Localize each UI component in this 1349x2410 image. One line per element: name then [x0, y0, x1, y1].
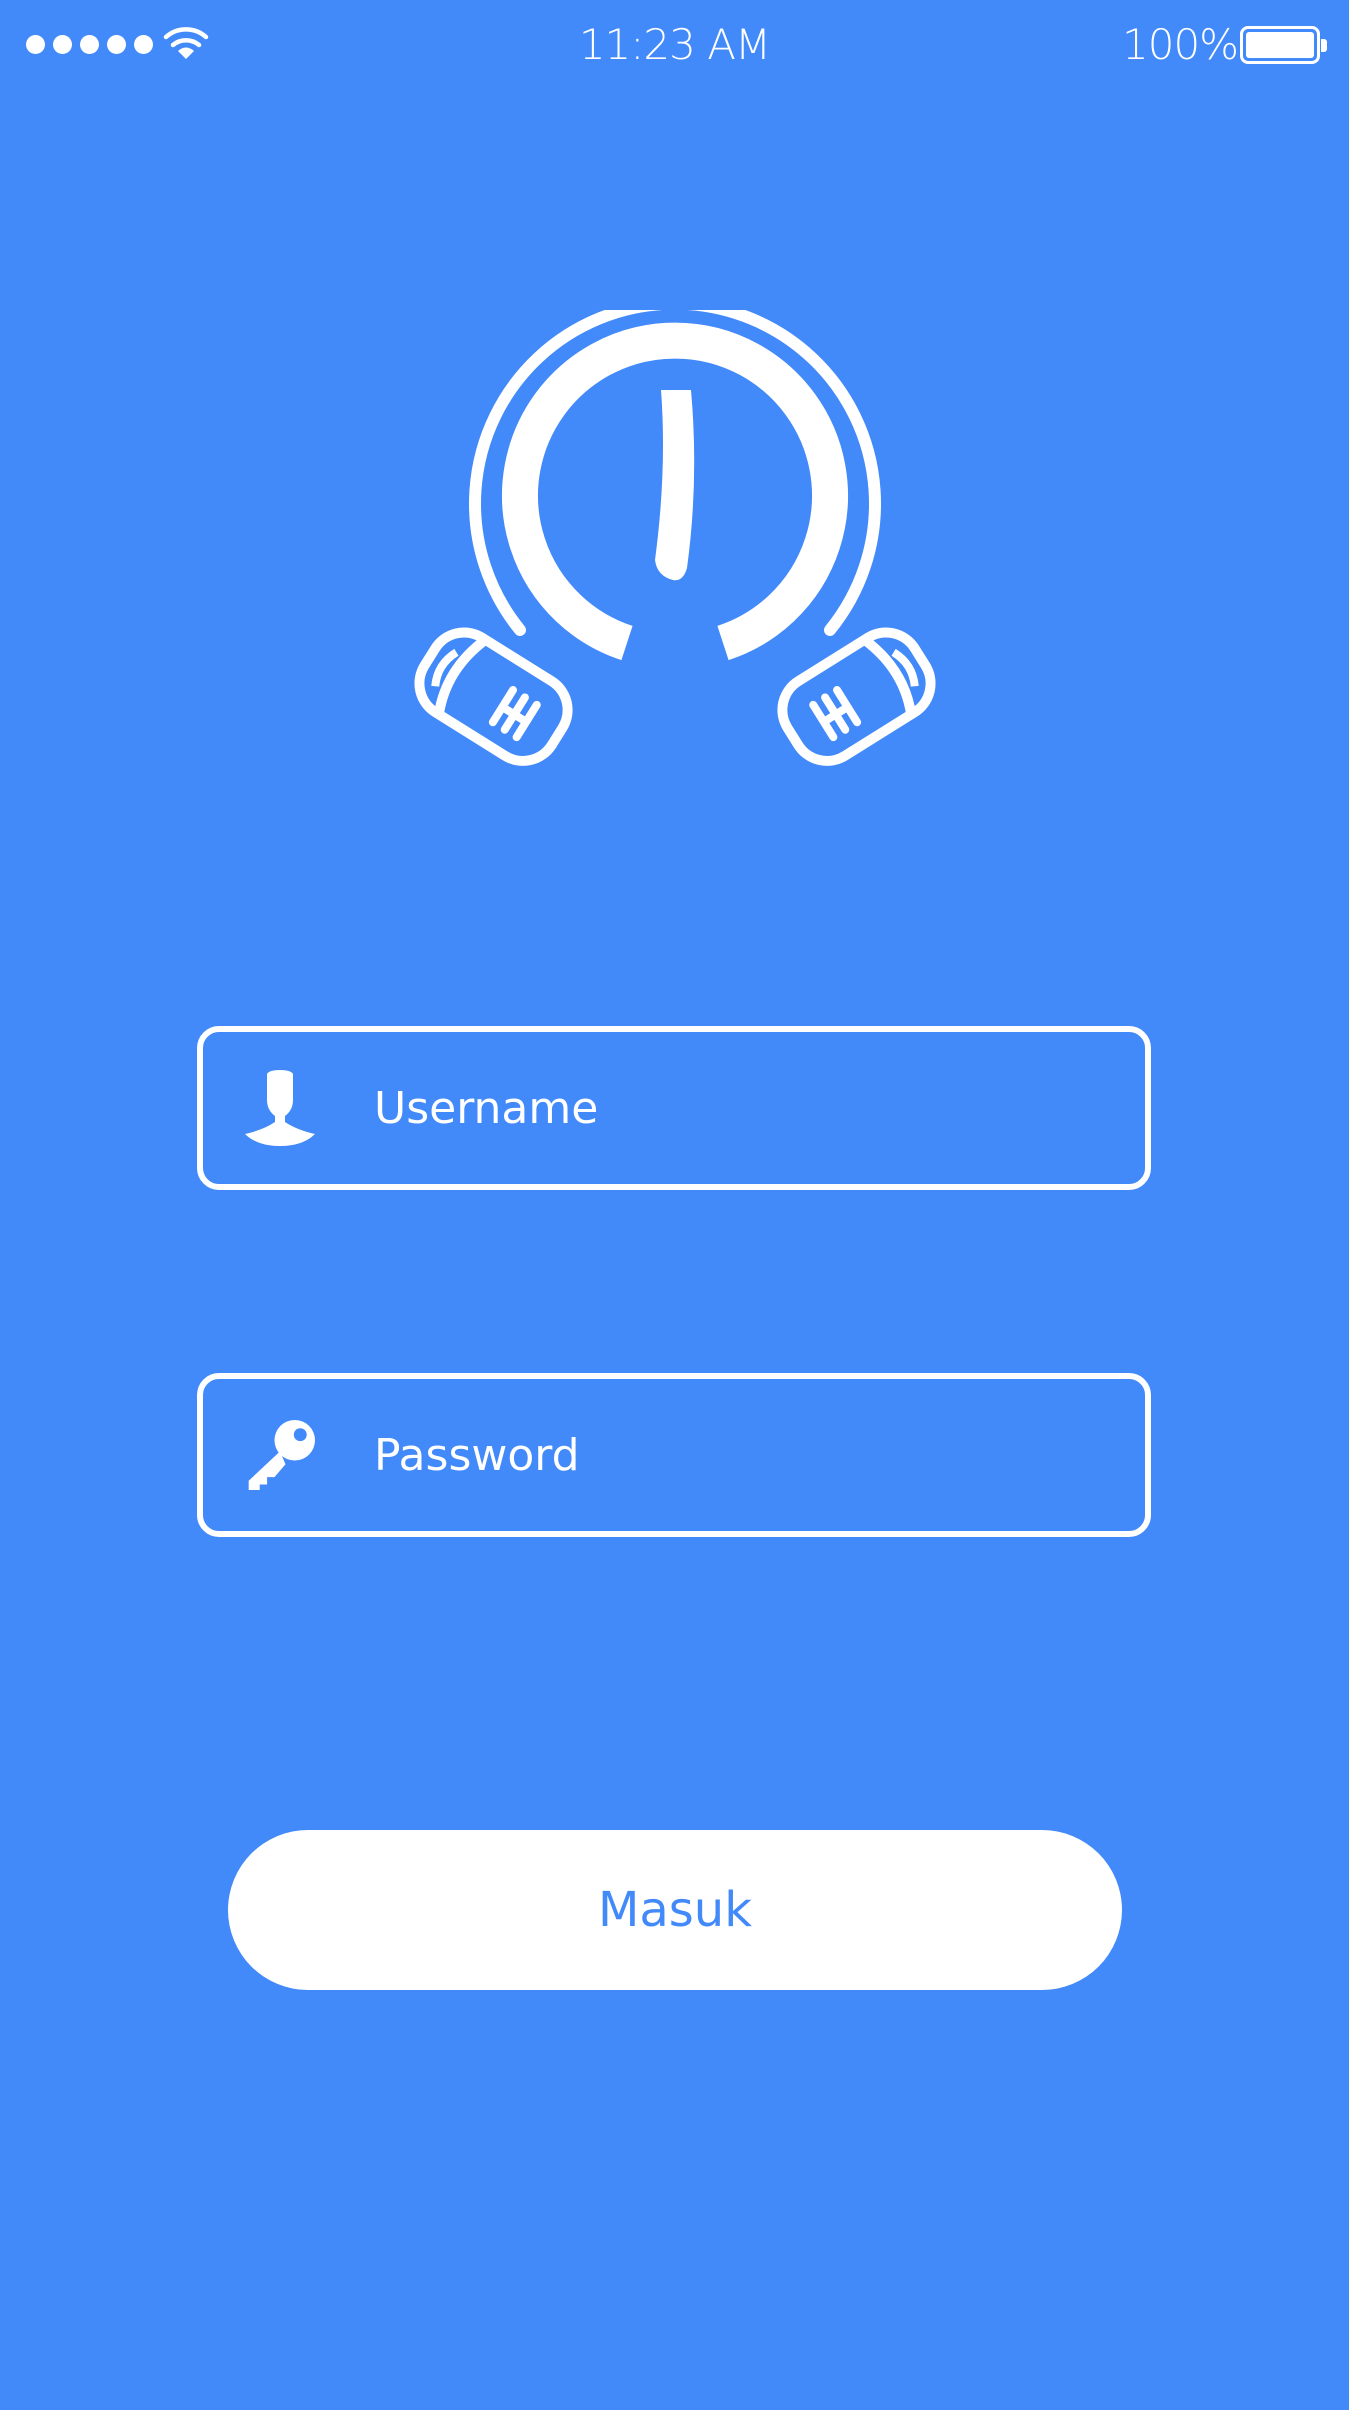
- battery-percentage: 100%: [1122, 20, 1239, 69]
- headphones-logo-icon: [414, 310, 936, 766]
- status-bar: 11:23 AM 100%: [0, 0, 1349, 90]
- login-button[interactable]: Masuk: [228, 1830, 1122, 1990]
- login-screen: 11:23 AM 100% Username Masuk: [0, 0, 1349, 2410]
- user-icon: [245, 1070, 315, 1146]
- password-field[interactable]: [197, 1373, 1151, 1537]
- username-field[interactable]: [197, 1026, 1151, 1190]
- battery-icon: [1240, 26, 1327, 64]
- password-input[interactable]: [374, 1379, 1114, 1531]
- key-icon: [248, 1420, 315, 1490]
- username-input[interactable]: [374, 1032, 1114, 1184]
